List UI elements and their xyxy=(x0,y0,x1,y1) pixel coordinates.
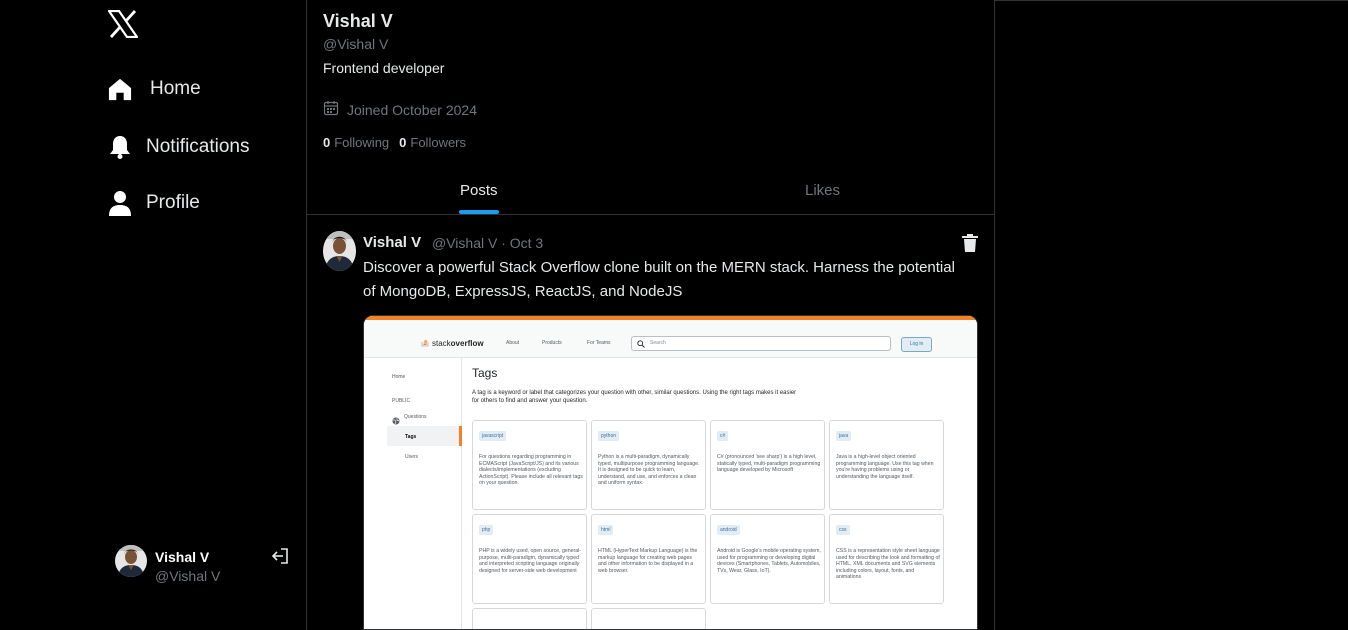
so-tag-text: HTML (HyperText Markup Language) is the … xyxy=(598,548,698,574)
so-tag-card: c# C# (pronounced 'see sharp') is a high… xyxy=(710,420,825,510)
so-tag-label: c# xyxy=(717,431,729,441)
so-left-public: PUBLIC xyxy=(392,398,411,404)
so-tag-card-partial xyxy=(472,608,587,629)
so-logo: stackoverflow xyxy=(421,337,484,349)
post-text: Discover a powerful Stack Overflow clone… xyxy=(363,259,955,300)
nav-profile[interactable]: Profile xyxy=(108,190,200,216)
so-tag-text: Android is Google's mobile operating sys… xyxy=(717,548,821,574)
profile-bio: Frontend developer xyxy=(323,60,445,76)
so-left-questions: Questions xyxy=(404,414,427,420)
stack-logo-icon xyxy=(421,337,430,349)
top-divider xyxy=(994,0,1348,1)
post-author[interactable]: Vishal V xyxy=(363,234,421,251)
so-tag-label: javascript xyxy=(479,431,507,441)
so-tag-card: python Python is a multi-paradigm, dynam… xyxy=(591,420,706,510)
so-logo-bold: overflow xyxy=(450,338,484,348)
so-left-home: Home xyxy=(392,374,406,380)
so-header: stackoverflow About Products For Teams S… xyxy=(364,320,977,358)
so-tag-card-partial xyxy=(591,608,706,629)
profile-name: Vishal V xyxy=(323,11,393,31)
post-avatar[interactable] xyxy=(323,231,356,271)
trash-icon[interactable] xyxy=(962,234,978,252)
so-tag-card: html HTML (HyperText Markup Language) is… xyxy=(591,514,706,604)
following-link[interactable]: 0 Following xyxy=(323,135,389,150)
so-tag-label: python xyxy=(598,431,620,441)
post-meta: @Vishal V · Oct 3 xyxy=(432,235,544,251)
so-login-button: Log in xyxy=(901,337,932,352)
so-left-nav: Home PUBLIC Questions Tags Users xyxy=(364,358,462,629)
profile-column: Vishal V @Vishal V Frontend developer Jo… xyxy=(306,0,995,630)
so-nav-products: Products xyxy=(542,340,562,346)
so-tag-label: java xyxy=(836,431,852,441)
account-switcher[interactable]: Vishal V @Vishal V xyxy=(115,545,295,584)
so-tag-text: Java is a high-level object oriented pro… xyxy=(836,454,934,480)
bell-icon xyxy=(108,134,132,160)
avatar xyxy=(115,545,147,577)
profile-handle: @Vishal V xyxy=(323,36,389,52)
so-search-placeholder: Search xyxy=(650,340,666,346)
sidebar: Home Notifications Profile Vishal V @Vis… xyxy=(0,0,306,630)
post[interactable]: Vishal V @Vishal V · Oct 3 Discover a po… xyxy=(307,215,995,630)
home-icon xyxy=(108,76,132,102)
profile-joined: Joined October 2024 xyxy=(323,100,477,119)
nav-notifications-label: Notifications xyxy=(146,136,250,157)
so-nav-teams: For Teams xyxy=(587,340,611,346)
nav-home[interactable]: Home xyxy=(108,76,201,102)
tab-likes[interactable]: Likes xyxy=(805,182,840,199)
x-logo-icon[interactable] xyxy=(107,9,139,40)
so-left-active-bg xyxy=(387,426,462,446)
so-left-tags: Tags xyxy=(405,434,417,440)
post-image[interactable]: stackoverflow About Products For Teams S… xyxy=(363,315,978,630)
so-tag-card: java Java is a high-level object oriente… xyxy=(829,420,944,510)
so-tag-text: Python is a multi-paradigm, dynamically … xyxy=(598,454,700,486)
account-name: Vishal V xyxy=(155,549,210,565)
tab-posts[interactable]: Posts xyxy=(460,182,498,199)
so-tag-label: css xyxy=(836,525,850,535)
so-tag-card: android Android is Google's mobile opera… xyxy=(710,514,825,604)
following-label: Following xyxy=(334,135,390,150)
following-count: 0 xyxy=(323,135,331,150)
stackoverflow-screenshot: stackoverflow About Products For Teams S… xyxy=(364,316,977,629)
calendar-icon xyxy=(323,100,339,119)
followers-link[interactable]: 0 Followers xyxy=(399,135,466,150)
so-tag-text: PHP is a widely used, open source, gener… xyxy=(479,548,581,574)
nav-notifications[interactable]: Notifications xyxy=(108,134,250,160)
so-tag-label: android xyxy=(717,525,740,535)
search-icon xyxy=(637,340,645,348)
so-tag-label: html xyxy=(598,525,614,535)
so-page-description: A tag is a keyword or label that categor… xyxy=(472,390,797,404)
so-tag-text: C# (pronounced 'see sharp') is a high le… xyxy=(717,454,821,473)
person-icon xyxy=(108,190,132,216)
nav-profile-label: Profile xyxy=(146,192,200,213)
so-tag-card: css CSS is a representation style sheet … xyxy=(829,514,944,604)
so-tag-text: For questions regarding programming in E… xyxy=(479,454,583,486)
so-logo-light: stack xyxy=(432,338,451,348)
followers-count: 0 xyxy=(399,135,407,150)
active-tab-indicator xyxy=(459,210,499,214)
so-page-title: Tags xyxy=(472,366,498,380)
so-tag-card: javascript For questions regarding progr… xyxy=(472,420,587,510)
joined-text: Joined October 2024 xyxy=(347,101,477,118)
profile-tabs: Posts Likes xyxy=(307,170,995,215)
so-nav-about: About xyxy=(506,340,520,346)
follow-stats: 0 Following 0 Followers xyxy=(323,135,466,150)
followers-label: Followers xyxy=(410,135,467,150)
globe-icon xyxy=(392,412,400,425)
nav-home-label: Home xyxy=(150,78,201,99)
logout-icon[interactable] xyxy=(270,546,290,566)
so-tag-text: CSS is a representation style sheet lang… xyxy=(836,548,940,580)
so-tag-card: php PHP is a widely used, open source, g… xyxy=(472,514,587,604)
app-root: Home Notifications Profile Vishal V @Vis… xyxy=(0,0,1348,630)
account-handle: @Vishal V xyxy=(155,568,221,584)
so-tag-label: php xyxy=(479,525,494,535)
so-search: Search xyxy=(631,336,891,351)
so-left-users: Users xyxy=(405,454,419,460)
